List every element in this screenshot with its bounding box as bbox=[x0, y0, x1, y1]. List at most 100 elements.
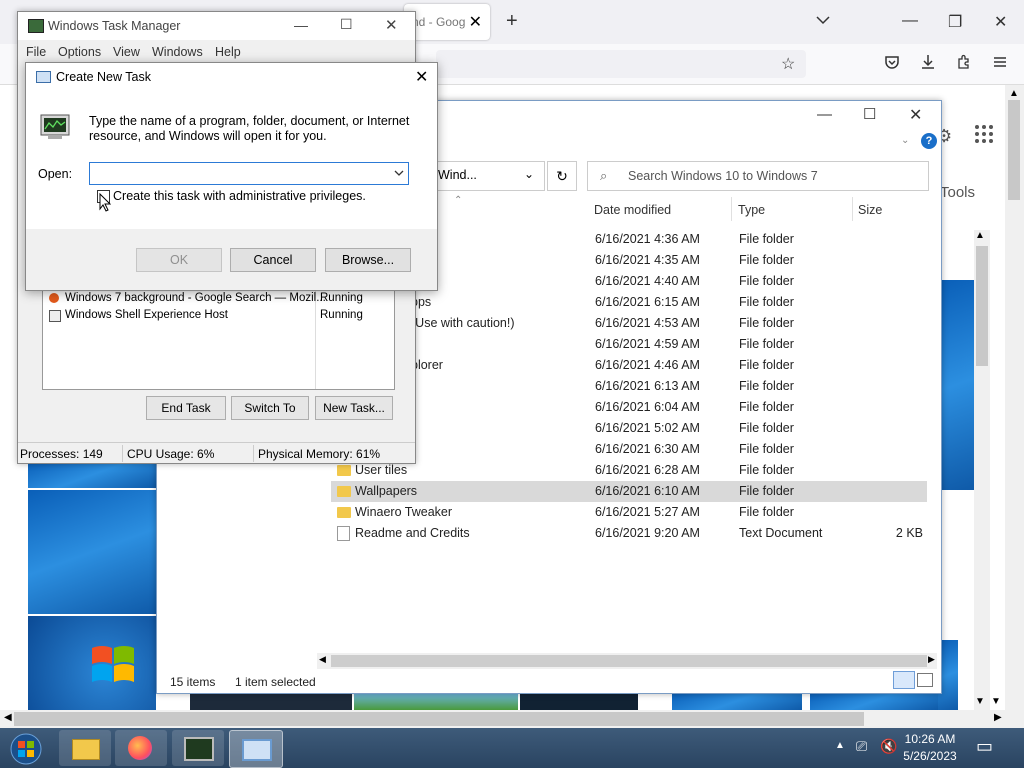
file-row[interactable]: 6/16/2021 6:04 AM File folder bbox=[331, 397, 927, 418]
scroll-up-icon[interactable]: ▲ bbox=[1009, 88, 1019, 99]
tm-close-button[interactable]: ✕ bbox=[385, 16, 398, 34]
help-icon[interactable]: ? bbox=[921, 133, 937, 149]
browse-button[interactable]: Browse... bbox=[325, 248, 411, 272]
tab-list-button[interactable] bbox=[816, 12, 830, 28]
inner-scroll-thumb[interactable] bbox=[976, 246, 988, 366]
extensions-icon[interactable] bbox=[956, 54, 972, 75]
file-date: 6/16/2021 5:02 AM bbox=[595, 421, 700, 435]
file-name: Readme and Credits bbox=[355, 526, 470, 540]
address-dropdown-icon[interactable]: ⌄ bbox=[524, 167, 534, 181]
dialog-title: Create New Task bbox=[56, 70, 151, 84]
file-row[interactable]: Winaero Tweaker 6/16/2021 5:27 AM File fol… bbox=[331, 502, 927, 523]
wallpaper-thumbnail[interactable] bbox=[672, 692, 802, 710]
horizontal-scroll-thumb[interactable] bbox=[14, 712, 864, 726]
column-header-size[interactable]: Size bbox=[858, 203, 882, 217]
large-icons-view-icon[interactable] bbox=[917, 673, 933, 687]
file-row[interactable]: 6/16/2021 4:59 AM File folder bbox=[331, 334, 927, 355]
task-manager-icon bbox=[28, 19, 44, 33]
details-view-icon[interactable] bbox=[893, 671, 915, 689]
new-tab-button[interactable]: + bbox=[506, 10, 518, 33]
download-icon[interactable] bbox=[920, 54, 936, 75]
address-bar[interactable]: Wind... ⌄ bbox=[427, 161, 545, 191]
menu-file[interactable]: File bbox=[26, 45, 46, 59]
vertical-scroll-thumb[interactable] bbox=[1008, 100, 1020, 200]
new-task-button[interactable]: New Task... bbox=[315, 396, 393, 420]
firefox-icon bbox=[49, 293, 59, 303]
wallpaper-thumbnail[interactable] bbox=[190, 692, 352, 710]
browser-tab[interactable]: nd - Goog ✕ bbox=[404, 4, 490, 40]
network-icon[interactable]: ⎚ bbox=[856, 738, 867, 755]
menu-windows[interactable]: Windows bbox=[152, 45, 203, 59]
menu-icon[interactable] bbox=[992, 54, 1008, 75]
physical-memory: Physical Memory: 61% bbox=[258, 447, 381, 461]
windows-logo-icon bbox=[92, 646, 134, 682]
image-thumbnail[interactable] bbox=[938, 280, 974, 490]
end-task-button[interactable]: End Task bbox=[146, 396, 226, 420]
url-bar[interactable] bbox=[436, 50, 806, 78]
open-combobox[interactable] bbox=[89, 162, 409, 185]
inner-scroll-down-icon[interactable]: ▼ bbox=[975, 696, 985, 707]
file-list-hscroll-thumb[interactable] bbox=[331, 655, 927, 667]
taskbar-explorer-button[interactable] bbox=[59, 730, 111, 766]
apps-grid-icon[interactable] bbox=[974, 124, 994, 147]
tools-text: Tools bbox=[940, 184, 976, 201]
taskbar-firefox-button[interactable] bbox=[115, 730, 167, 766]
ok-button[interactable]: OK bbox=[136, 248, 222, 272]
wallpaper-thumbnail[interactable] bbox=[354, 692, 518, 710]
explorer-minimize-button[interactable]: — bbox=[817, 106, 832, 123]
task-row[interactable]: Windows 7 background - Google Search — M… bbox=[47, 292, 387, 306]
menu-view[interactable]: View bbox=[113, 45, 140, 59]
file-row[interactable]: Wallpapers 6/16/2021 6:10 AM File folder bbox=[331, 481, 927, 502]
switch-to-button[interactable]: Switch To bbox=[231, 396, 309, 420]
wallpaper-thumbnail[interactable] bbox=[810, 692, 938, 710]
taskbar-run-button[interactable] bbox=[229, 730, 283, 768]
scroll-left-icon[interactable]: ◀ bbox=[4, 712, 12, 723]
menu-options[interactable]: Options bbox=[58, 45, 101, 59]
file-row[interactable]: plorer 6/16/2021 4:46 AM File folder bbox=[331, 355, 927, 376]
scroll-right-icon[interactable]: ▶ bbox=[928, 654, 935, 665]
file-row[interactable]: (Use with caution!) 6/16/2021 4:53 AM File… bbox=[331, 313, 927, 334]
tm-maximize-button[interactable]: ☐ bbox=[340, 16, 353, 33]
file-row[interactable]: 6/16/2021 6:13 AM File folder bbox=[331, 376, 927, 397]
task-list[interactable]: Windows 7 background - Google Search — M… bbox=[42, 290, 395, 390]
inner-scroll-up-icon[interactable]: ▲ bbox=[975, 230, 985, 241]
menu-help[interactable]: Help bbox=[215, 45, 241, 59]
ribbon-expand-icon[interactable]: ⌄ bbox=[901, 135, 909, 146]
taskbar-taskmgr-button[interactable] bbox=[172, 730, 224, 766]
column-header-date[interactable]: Date modified bbox=[594, 203, 671, 217]
task-row[interactable]: Windows Shell Experience Host Running bbox=[47, 309, 387, 323]
browser-minimize-button[interactable]: — bbox=[902, 12, 918, 30]
column-header-type[interactable]: Type bbox=[738, 203, 765, 217]
explorer-maximize-button[interactable]: ☐ bbox=[863, 105, 876, 123]
refresh-icon[interactable]: ↻ bbox=[547, 161, 577, 191]
taskbar-clock[interactable]: 10:26 AM 5/26/2023 bbox=[895, 731, 965, 765]
inner-scroll-down-icon[interactable]: ▼ bbox=[991, 696, 1001, 707]
notifications-icon[interactable]: ▭ bbox=[976, 736, 993, 757]
file-row[interactable]: pps 6/16/2021 6:15 AM File folder bbox=[331, 292, 927, 313]
cancel-button[interactable]: Cancel bbox=[230, 248, 316, 272]
browser-restore-button[interactable]: ❐ bbox=[948, 12, 962, 32]
wallpaper-thumbnail[interactable] bbox=[28, 462, 156, 488]
bookmark-star-icon[interactable]: ☆ bbox=[781, 54, 795, 74]
chevron-down-icon[interactable] bbox=[394, 170, 404, 177]
pocket-icon[interactable] bbox=[884, 54, 900, 75]
scroll-left-icon[interactable]: ◀ bbox=[319, 654, 326, 665]
file-type: File folder bbox=[739, 337, 794, 351]
address-text: Wind... bbox=[438, 168, 477, 182]
scroll-right-icon[interactable]: ▶ bbox=[994, 712, 1002, 723]
tm-minimize-button[interactable]: — bbox=[294, 17, 308, 33]
wallpaper-thumbnail[interactable] bbox=[28, 616, 156, 710]
search-box[interactable]: ⌕ Search Windows 10 to Windows 7 bbox=[587, 161, 929, 191]
wallpaper-thumbnail[interactable] bbox=[520, 692, 638, 710]
file-row[interactable]: User tiles 6/16/2021 6:28 AM File folder bbox=[331, 460, 927, 481]
start-button[interactable] bbox=[4, 730, 48, 766]
file-row[interactable]: 6/16/2021 6:30 AM File folder bbox=[331, 439, 927, 460]
show-hidden-icons-icon[interactable]: ▲ bbox=[835, 740, 845, 751]
dialog-close-button[interactable]: ✕ bbox=[415, 67, 428, 87]
browser-close-button[interactable]: ✕ bbox=[994, 12, 1007, 32]
tab-close-icon[interactable]: ✕ bbox=[469, 12, 482, 32]
file-row[interactable]: 6/16/2021 5:02 AM File folder bbox=[331, 418, 927, 439]
explorer-close-button[interactable]: ✕ bbox=[909, 105, 922, 125]
wallpaper-thumbnail[interactable] bbox=[28, 490, 156, 614]
file-row[interactable]: Readme and Credits 6/16/2021 9:20 AM Text … bbox=[331, 523, 927, 544]
